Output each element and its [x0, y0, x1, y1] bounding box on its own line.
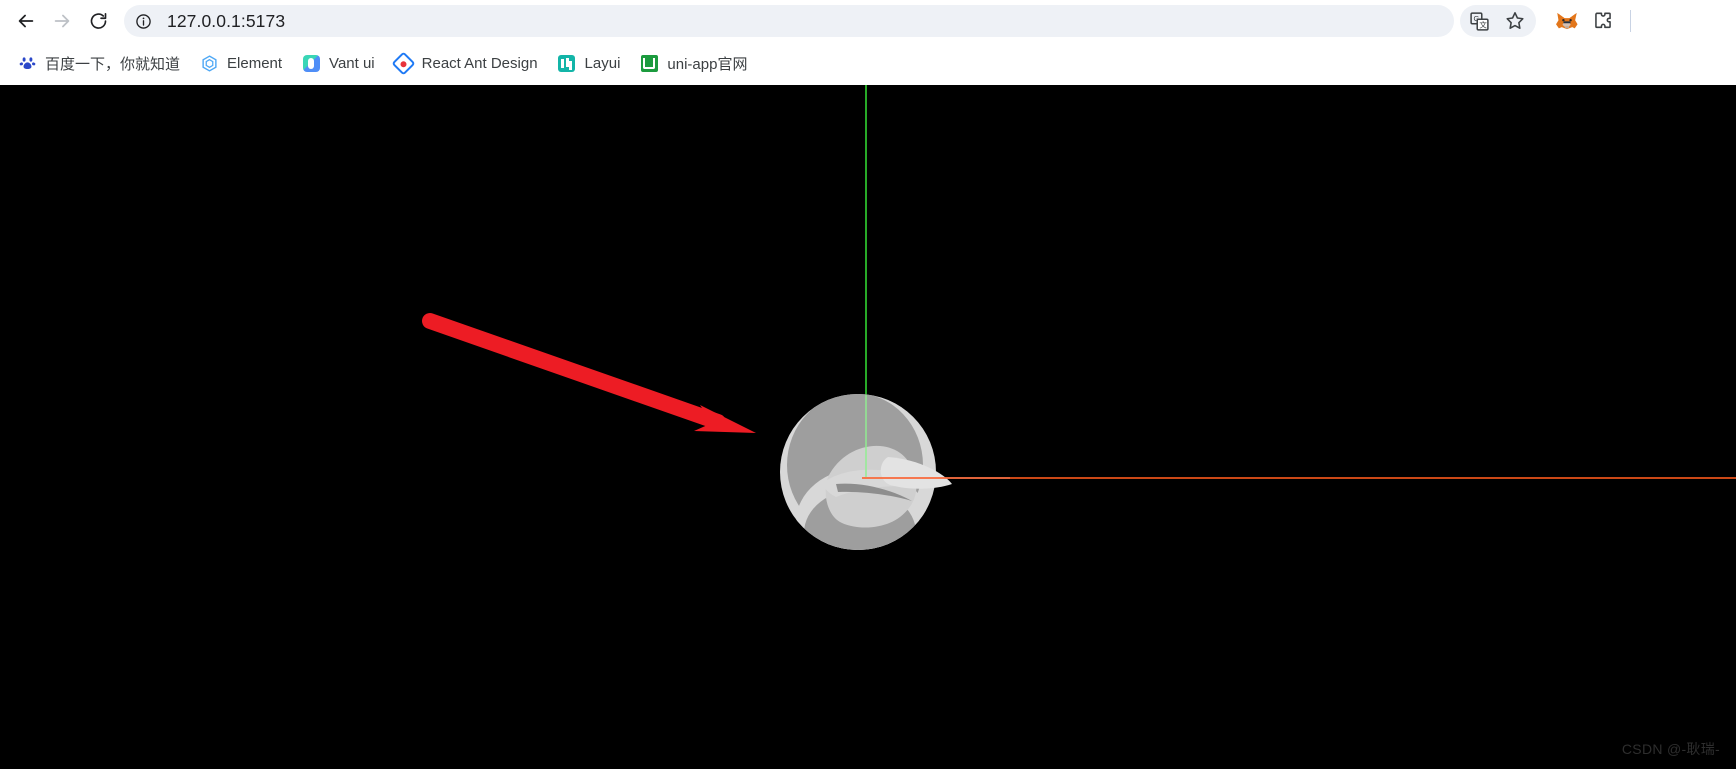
back-button[interactable]: [8, 3, 44, 39]
react-ant-design-icon: [391, 50, 416, 76]
bookmark-baidu[interactable]: 百度一下，你就知道: [10, 48, 188, 78]
bookmark-uni-app[interactable]: uni-app官网: [632, 48, 755, 78]
baidu-paw-icon: [18, 54, 36, 72]
svg-text:文: 文: [1479, 19, 1487, 29]
extensions-button[interactable]: [1586, 4, 1620, 38]
three-js-scene-canvas[interactable]: [0, 85, 1736, 769]
bookmark-react-ant-design[interactable]: React Ant Design: [387, 48, 546, 78]
reload-icon: [90, 12, 106, 29]
bookmark-vant-ui[interactable]: Vant ui: [294, 48, 383, 78]
metamask-fox-icon: [1556, 12, 1578, 30]
layui-icon: [558, 54, 576, 72]
translate-icon: G 文: [1469, 11, 1489, 31]
bookmark-label: Layui: [584, 54, 621, 72]
url-text: 127.0.0.1:5173: [167, 10, 286, 31]
omnibox-actions: G 文: [1460, 5, 1536, 37]
toolbar-divider: [1630, 10, 1631, 32]
vant-icon: [302, 54, 320, 72]
bookmark-label: uni-app官网: [667, 55, 748, 73]
bookmark-layui[interactable]: Layui: [550, 48, 629, 78]
site-info-button[interactable]: [130, 8, 156, 34]
bookmarks-bar: 百度一下，你就知道 Element Vant ui React Ant Desi…: [0, 42, 1736, 85]
bookmark-label: Element: [227, 54, 283, 72]
bookmark-label: Vant ui: [329, 54, 375, 72]
uniapp-icon: [640, 54, 658, 72]
bookmark-label: 百度一下，你就知道: [45, 55, 181, 73]
forward-arrow-icon: [54, 14, 70, 28]
bookmark-element[interactable]: Element: [192, 48, 290, 78]
extensions-puzzle-icon: [1595, 12, 1611, 29]
element-hexagon-icon: [200, 54, 218, 72]
page-viewport[interactable]: CSDN @-耿瑞-: [0, 85, 1736, 769]
browser-toolbar: 127.0.0.1:5173 G 文: [0, 0, 1736, 42]
page-scrollbar[interactable]: [1730, 85, 1736, 769]
metamask-extension-button[interactable]: [1550, 4, 1584, 38]
back-arrow-icon: [18, 14, 34, 28]
forward-button[interactable]: [44, 3, 80, 39]
bookmark-star-button[interactable]: [1498, 4, 1532, 38]
address-bar[interactable]: 127.0.0.1:5173: [124, 5, 1454, 37]
info-circle-icon: [135, 13, 151, 29]
browser-chrome: 127.0.0.1:5173 G 文 百度一下，你就知道 Element Van…: [0, 0, 1736, 85]
bookmark-label: React Ant Design: [421, 54, 538, 72]
bookmark-star-icon: [1506, 12, 1524, 30]
reload-button[interactable]: [80, 3, 116, 39]
csdn-watermark: CSDN @-耿瑞-: [1621, 741, 1720, 757]
translate-button[interactable]: G 文: [1462, 4, 1496, 38]
